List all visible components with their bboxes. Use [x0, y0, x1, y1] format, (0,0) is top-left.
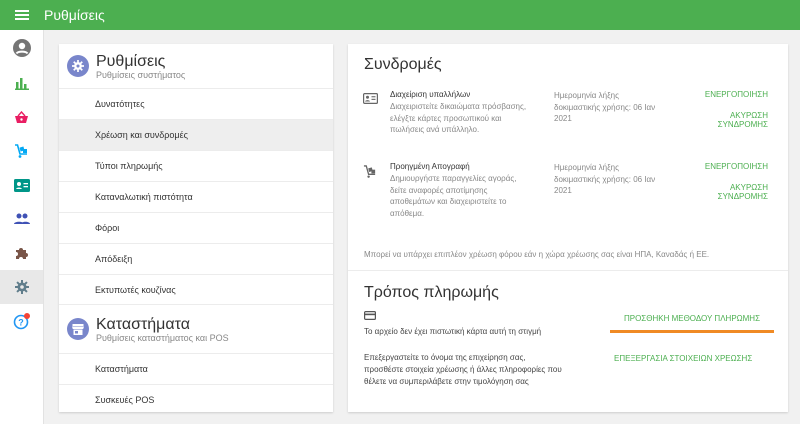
nav-item-kitchen-printers[interactable]: Εκτυπωτές κουζίνας — [59, 274, 333, 305]
badge-icon — [363, 93, 378, 104]
settings-section-title: Ρυθμίσεις — [96, 52, 166, 70]
subscription-name: Προηγμένη Απογραφή — [390, 162, 470, 171]
rail-help[interactable]: ? — [0, 304, 43, 338]
people-icon — [13, 213, 30, 224]
billing-details-description: Επεξεργαστείτε το όνομα της επιχείρηση σ… — [364, 353, 562, 386]
hamburger-icon — [15, 10, 29, 20]
nav-item-features[interactable]: Δυνατότητες — [59, 88, 333, 119]
activate-button[interactable]: ΕΝΕΡΓΟΠΟΙΗΣΗ — [705, 162, 768, 171]
rail-settings[interactable] — [0, 270, 43, 304]
credit-card-icon — [364, 311, 376, 320]
nav-item-loyalty[interactable]: Καταναλωτική πιστότητα — [59, 181, 333, 212]
menu-button[interactable] — [0, 0, 44, 30]
svg-text:?: ? — [18, 317, 24, 327]
subscription-trial-date: Ημερομηνία λήξης δοκιμαστικής χρήσης: 06… — [554, 91, 656, 123]
nav-item-billing[interactable]: Χρέωση και συνδρομές — [59, 119, 333, 150]
store-icon — [72, 323, 84, 335]
rail-integrations[interactable] — [0, 236, 43, 270]
activate-button[interactable]: ΕΝΕΡΓΟΠΟΙΗΣΗ — [705, 90, 768, 99]
stores-section-icon — [67, 318, 89, 340]
rail-sales[interactable] — [0, 100, 43, 134]
subscription-description: Δημιουργήστε παραγγελίες αγοράς, δείτε α… — [390, 174, 517, 218]
no-card-note: Το αρχείο δεν έχει πιστωτική κάρτα αυτή … — [364, 327, 542, 336]
tax-note: Μπορεί να υπάρχει επιπλέον χρέωση φόρου … — [364, 250, 710, 259]
divider — [348, 270, 788, 271]
rail-reports[interactable] — [0, 66, 43, 100]
nav-rail: ? — [0, 30, 44, 424]
bar-chart-icon — [14, 78, 29, 90]
gear-icon — [72, 60, 84, 72]
inventory-icon — [15, 143, 27, 158]
stores-section-subtitle: Ρυθμίσεις καταστήματος και POS — [96, 332, 229, 343]
nav-item-taxes[interactable]: Φόροι — [59, 212, 333, 243]
subscriptions-title: Συνδρομές — [364, 56, 442, 73]
gear-icon — [14, 280, 29, 294]
stores-section-header: Καταστήματα Ρυθμίσεις καταστήματος και P… — [59, 305, 333, 353]
subscription-trial-date: Ημερομηνία λήξης δοκιμαστικής χρήσης: 06… — [554, 163, 656, 195]
rail-employees[interactable] — [0, 168, 43, 202]
nav-item-pos-devices[interactable]: Συσκευές POS — [59, 384, 333, 415]
page-title: Ρυθμίσεις — [44, 7, 105, 23]
cancel-subscription-button[interactable]: ΑΚΥΡΩΣΗ ΣΥΝΔΡΟΜΗΣ — [708, 111, 768, 129]
app-bar: Ρυθμίσεις — [0, 0, 800, 30]
help-icon: ? — [13, 313, 30, 330]
nav-item-stores[interactable]: Καταστήματα — [59, 353, 333, 384]
nav-item-payment-types[interactable]: Τύποι πληρωμής — [59, 150, 333, 181]
puzzle-icon — [15, 248, 28, 259]
rail-customers[interactable] — [0, 202, 43, 236]
inventory-icon — [363, 165, 376, 178]
cancel-subscription-button[interactable]: ΑΚΥΡΩΣΗ ΣΥΝΔΡΟΜΗΣ — [708, 183, 768, 201]
account-icon — [12, 39, 31, 57]
badge-icon — [13, 178, 30, 192]
settings-menu-card: Ρυθμίσεις Ρυθμίσεις συστήματος Δυνατότητ… — [59, 44, 333, 412]
settings-section-subtitle: Ρυθμίσεις συστήματος — [96, 69, 186, 80]
subscription-name: Διαχείριση υπαλλήλων — [390, 90, 471, 99]
subscription-row: Προηγμένη Απογραφή Δημιουργήστε παραγγελ… — [348, 159, 788, 254]
subscription-row: Διαχείριση υπαλλήλων Διαχειριστείτε δικα… — [348, 87, 788, 159]
billing-card: Συνδρομές Διαχείριση υπαλλήλων Διαχειρισ… — [348, 44, 788, 412]
stores-section-title: Καταστήματα — [96, 315, 190, 333]
rail-account[interactable] — [0, 30, 43, 66]
basket-icon — [15, 110, 28, 123]
edit-billing-details-button[interactable]: ΕΠΕΞΕΡΓΑΣΙΑ ΣΤΟΙΧΕΙΩΝ ΧΡΕΩΣΗΣ — [614, 354, 752, 363]
subscription-description: Διαχειριστείτε δικαιώματα πρόσβασης, ελέ… — [390, 102, 527, 134]
settings-section-header: Ρυθμίσεις Ρυθμίσεις συστήματος — [59, 44, 333, 88]
payment-method-title: Τρόπος πληρωμής — [364, 284, 499, 301]
settings-section-icon — [67, 55, 89, 77]
nav-item-receipt[interactable]: Απόδειξη — [59, 243, 333, 274]
add-payment-method-button[interactable]: ΠΡΟΣΘΗΚΗ ΜΕΘΟΔΟΥ ΠΛΗΡΩΜΗΣ — [610, 314, 774, 333]
rail-inventory[interactable] — [0, 134, 43, 168]
